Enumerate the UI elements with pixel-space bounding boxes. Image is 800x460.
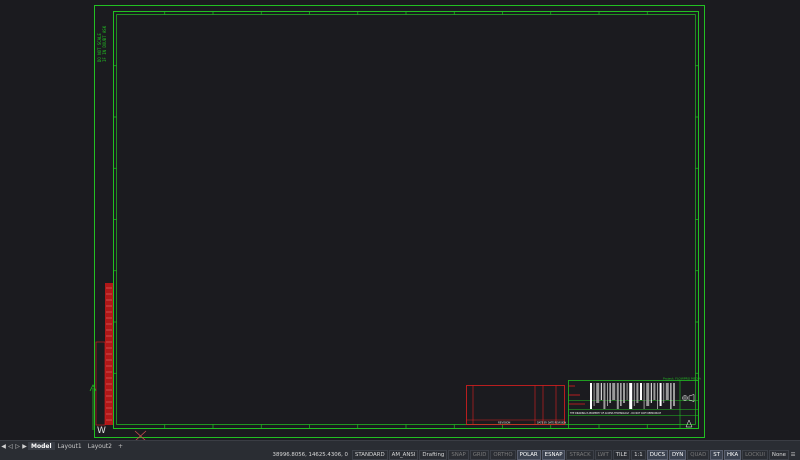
status-polar-button[interactable]: POLAR xyxy=(516,450,541,460)
status-esnap-button[interactable]: ESNAP xyxy=(541,450,566,460)
add-layout-button[interactable]: + xyxy=(115,443,126,450)
status-strack-button[interactable]: STRACK xyxy=(566,450,594,460)
coordinate-readout: 38996.8056, 14625.4306, 0 xyxy=(272,451,348,458)
status-dyn-button[interactable]: DYN xyxy=(669,450,687,460)
frame-letter: W xyxy=(97,426,106,436)
project-label: Project: FLOWPRO MEDIA xyxy=(663,377,702,381)
status-ortho-button[interactable]: ORTHO xyxy=(490,450,516,460)
status-lockui-button[interactable]: LOCKUI xyxy=(742,450,768,460)
status-lwt-button[interactable]: LWT xyxy=(594,450,612,460)
side-note-text-2: IF IN DOUBT ASK xyxy=(102,25,107,62)
hamburger-icon[interactable]: ☰ xyxy=(790,451,796,459)
status-workspace-button[interactable]: Drafting xyxy=(419,450,448,460)
status-tile-button[interactable]: TILE xyxy=(612,450,631,460)
status-snap-button[interactable]: SNAP xyxy=(448,450,469,460)
revision-note: DATE BY DATE REVISION xyxy=(537,422,566,425)
revision-label: REVISION xyxy=(498,421,510,425)
status-bar: 38996.8056, 14625.4306, 0 STANDARD AM_AN… xyxy=(0,450,800,460)
status-hka-button[interactable]: HKA xyxy=(723,450,742,460)
status-st-button[interactable]: ST xyxy=(710,450,723,460)
status-grid-button[interactable]: GRID xyxy=(469,450,490,460)
status-scale-button[interactable]: 1:1 xyxy=(631,450,646,460)
status-ducs-button[interactable]: DUCS xyxy=(646,450,669,460)
title-note: THE DRAWING IS PROPERTY OF ACCESS TECHNO… xyxy=(570,412,662,415)
drawing-canvas[interactable]: DO NOT SCALE IF IN DOUBT ASK W REVISION … xyxy=(0,0,800,440)
status-annotation-dropdown[interactable]: None xyxy=(768,450,789,460)
status-quad-button[interactable]: QUAD xyxy=(687,450,710,460)
status-am-ansi-button[interactable]: AM_ANSI xyxy=(388,450,419,460)
status-standard-button[interactable]: STANDARD xyxy=(351,450,388,460)
